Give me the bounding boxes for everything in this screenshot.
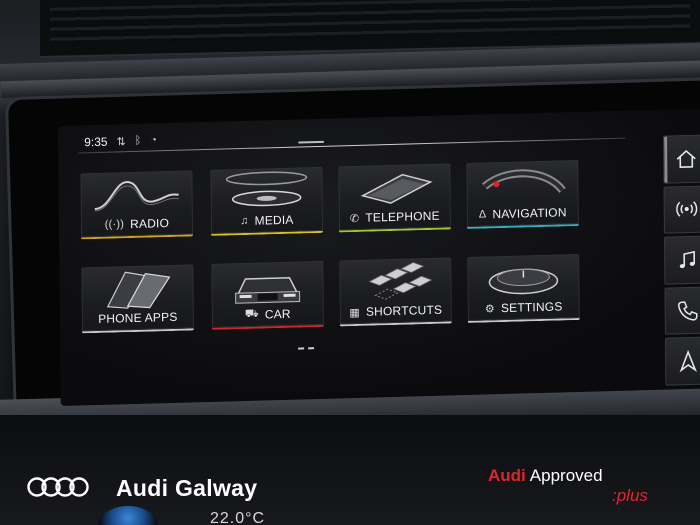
settings-dial-art [488,268,559,295]
wireless-charging-icon: ◔ [150,134,158,147]
car-front-art [235,277,301,304]
pull-down-handle[interactable] [298,140,325,144]
radio-antenna-icon: ((·)) [104,218,125,231]
status-bar: 9:35 ⇅ ᛒ ◔ [84,131,157,151]
status-divider [78,137,626,154]
page-dot [308,347,315,350]
navigation-map-art [481,169,566,194]
phone-apps-art [106,271,171,309]
navigation-arrow-icon: Δ [478,208,487,221]
tile-settings[interactable]: ⚙ SETTINGS [467,253,580,323]
radio-wave-art [94,181,179,212]
tile-navigation-label: NAVIGATION [492,205,567,222]
approved-plus-logo: Audi Approved [488,466,603,486]
vent-slats [50,0,690,48]
tile-shortcuts[interactable]: ▦ SHORTCUTS [339,257,452,327]
music-note-icon [679,250,696,269]
approved-text: Approved [529,466,603,485]
shortcuts-grid-art [368,262,433,300]
music-note-icon: ♫ [240,214,249,228]
tile-radio[interactable]: ((·)) RADIO [80,170,194,240]
tile-navigation[interactable]: Δ NAVIGATION [466,159,579,229]
phone-handset-icon [677,300,698,321]
telephone-art [360,173,433,204]
tile-phone-apps[interactable]: PHONE APPS [81,264,194,334]
tile-car[interactable]: ⛟ CAR [211,260,324,330]
home-icon [676,149,696,168]
clock: 9:35 [84,134,108,150]
dealer-watermark: Audi Galway Audi Approved :plus [0,458,700,516]
navigation-arrow-icon [679,350,698,373]
page-indicator [298,347,315,350]
approved-suffix: :plus [612,486,648,505]
approved-brand: Audi [488,466,526,485]
tile-telephone[interactable]: ✆ TELEPHONE [338,163,451,233]
grid-icon: ▦ [349,306,360,319]
car-icon: ⛟ [244,307,259,321]
tile-media[interactable]: ♫ MEDIA [210,166,323,236]
gear-icon: ⚙ [484,302,495,316]
quick-access-rail [663,134,700,386]
dealer-name: Audi Galway [116,475,258,501]
rail-media-button[interactable] [663,235,700,285]
bluetooth-icon: ᛒ [134,134,142,147]
tile-phone-apps-label: PHONE APPS [98,309,178,326]
tile-shortcuts-label: SHORTCUTS [365,302,443,319]
tile-telephone-label: TELEPHONE [365,208,440,225]
audi-rings-logo [27,477,89,497]
tile-media-label: MEDIA [254,212,294,228]
mmi-screen: 9:35 ⇅ ᛒ ◔ ((·)) RADIO ♫ MEDIA ✆ TELEPHO… [58,108,700,407]
tile-settings-label: SETTINGS [500,299,563,316]
page-dot [298,347,305,350]
phone-handset-icon: ✆ [349,212,360,225]
tile-radio-label: RADIO [130,216,170,232]
rail-home-button[interactable] [663,134,700,184]
rail-navigation-button[interactable] [664,336,700,386]
radio-signal-icon [676,201,698,218]
rail-radio-button[interactable] [663,184,700,234]
rail-phone-button[interactable] [664,286,700,336]
media-disc-art [225,171,308,207]
tile-car-label: CAR [264,306,291,322]
network-icon: ⇅ [116,135,126,148]
